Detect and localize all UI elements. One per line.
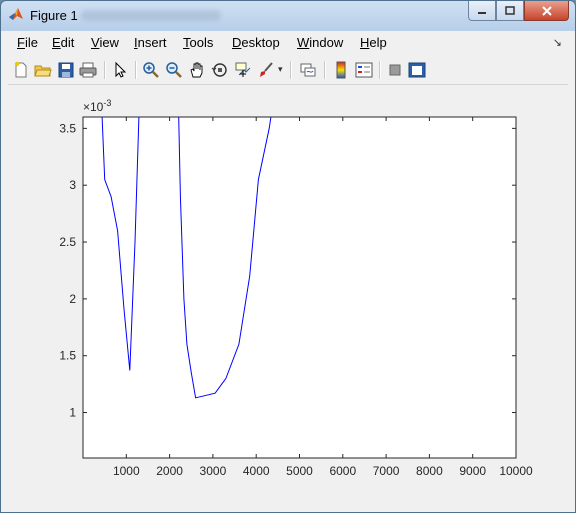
menu-help[interactable]: Help (360, 35, 387, 50)
legend-icon[interactable] (355, 61, 373, 79)
y-tick-label: 3 (69, 178, 76, 192)
show-plot-tools-icon[interactable] (408, 61, 426, 79)
x-tick-label: 6000 (329, 464, 356, 478)
y-tick-label: 1.5 (59, 349, 76, 363)
menu-desktop[interactable]: Desktop (232, 35, 280, 50)
toolbar-separator (324, 61, 326, 79)
open-file-icon[interactable] (34, 61, 52, 79)
figure-window: Figure 1 File Edit View Insert Tools Des… (0, 0, 576, 513)
close-icon (541, 5, 552, 16)
zoom-out-icon[interactable] (165, 61, 183, 79)
x-tick-label: 7000 (373, 464, 400, 478)
axes-background (83, 117, 516, 458)
matlab-logo-icon (9, 8, 23, 20)
link-plot-icon[interactable] (299, 61, 317, 79)
x-tick-label: 5000 (286, 464, 313, 478)
y-tick-label: 2.5 (59, 235, 76, 249)
x-tick-label: 9000 (459, 464, 486, 478)
minimize-button[interactable] (468, 1, 496, 21)
pointer-icon[interactable] (111, 61, 129, 79)
x-tick-label: 8000 (416, 464, 443, 478)
rotate-3d-icon[interactable] (211, 61, 229, 79)
toolbar-separator (290, 61, 292, 79)
y-tick-label: 3.5 (59, 121, 76, 135)
figure-canvas: 1000 2000 3000 4000 5000 6000 7000 8000 9000 1000… (8, 85, 568, 507)
title-bar[interactable]: Figure 1 (1, 1, 575, 31)
x-tick-label: 10000 (499, 464, 533, 478)
x-tick-label: 1000 (113, 464, 140, 478)
maximize-button[interactable] (496, 1, 524, 21)
menu-dock-arrow-icon[interactable]: ↘ (553, 36, 562, 49)
maximize-icon (505, 6, 515, 15)
window-title: Figure 1 (30, 8, 78, 23)
toolbar-separator (379, 61, 381, 79)
data-cursor-icon[interactable] (234, 61, 252, 79)
menu-window[interactable]: Window (297, 35, 343, 50)
brush-icon[interactable] (257, 61, 275, 79)
menu-tools[interactable]: Tools (183, 35, 213, 50)
toolbar-separator (135, 61, 137, 79)
pan-icon[interactable] (188, 61, 206, 79)
x-tick-label: 4000 (243, 464, 270, 478)
new-figure-icon[interactable] (12, 61, 30, 79)
save-icon[interactable] (57, 61, 75, 79)
menu-view[interactable]: View (91, 35, 119, 50)
menu-edit[interactable]: Edit (52, 35, 74, 50)
toolbar-separator (104, 61, 106, 79)
y-tick-label: 1 (69, 406, 76, 420)
blurred-title-text (81, 10, 221, 21)
close-button[interactable] (524, 1, 569, 21)
y-tick-label: 2 (69, 292, 76, 306)
x-tick-label: 3000 (200, 464, 227, 478)
zoom-in-icon[interactable] (142, 61, 160, 79)
hide-plot-tools-icon[interactable] (386, 61, 404, 79)
x-tick-label: 2000 (156, 464, 183, 478)
menu-insert[interactable]: Insert (134, 35, 167, 50)
plot-axes[interactable]: 1000 2000 3000 4000 5000 6000 7000 8000 9000 1000… (8, 85, 568, 507)
minimize-icon (478, 11, 486, 14)
brush-dropdown-arrow-icon[interactable]: ▾ (278, 64, 283, 75)
y-exponent-label: ×10-3 (83, 98, 111, 114)
menu-bar: File Edit View Insert Tools Desktop Wind… (8, 33, 568, 53)
menu-file[interactable]: File (17, 35, 38, 50)
colorbar-icon[interactable] (332, 61, 350, 79)
figure-toolbar: ▾ (8, 56, 568, 85)
print-icon[interactable] (79, 61, 97, 79)
